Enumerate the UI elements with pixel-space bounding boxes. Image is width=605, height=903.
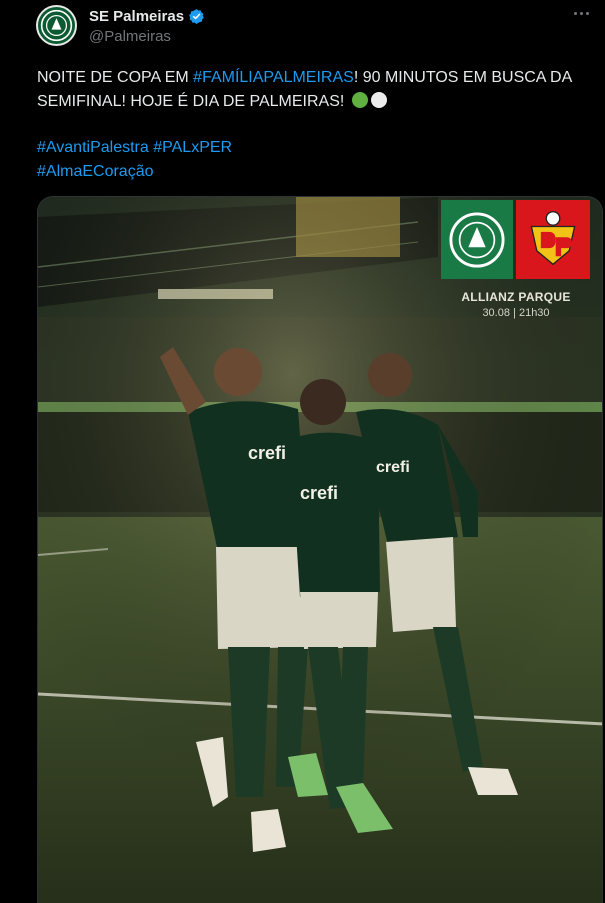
white-circle-icon: [370, 92, 387, 108]
display-name[interactable]: SE Palmeiras: [89, 8, 184, 25]
hashtag-link[interactable]: #PALxPER: [153, 139, 232, 156]
avatar[interactable]: [36, 5, 77, 46]
deportivo-pereira-badge: [516, 200, 590, 279]
hashtag-link[interactable]: #AlmaECoração: [37, 163, 154, 180]
text-segment: SEMIFINAL! HOJE É DIA DE PALMEIRAS!: [37, 93, 345, 110]
shirt-sponsor-text: crefi: [376, 459, 410, 476]
venue-label: ALLIANZ PARQUE: [461, 290, 571, 304]
palmeiras-crest-icon: [40, 9, 73, 42]
text-segment: NOITE DE COPA EM: [37, 69, 194, 86]
deportivo-pereira-crest-icon: [530, 210, 576, 265]
match-time: 21h30: [518, 307, 550, 319]
hashtags: #AvantiPalestra #PALxPER #AlmaECoração: [37, 136, 232, 184]
shirt-sponsor-text: crefi: [248, 443, 286, 463]
palmeiras-crest-icon: [449, 211, 505, 268]
match-datetime: 30.08 | 21h30: [482, 307, 550, 319]
more-options-icon[interactable]: [570, 2, 592, 24]
tweet-media-image[interactable]: crefi crefi crefi ALLIANZ PARQUE 30.08 |…: [37, 196, 603, 903]
green-circle-icon: [351, 92, 368, 108]
hashtag-link[interactable]: #FAMÍLIAPALMEIRAS: [193, 69, 354, 86]
palmeiras-badge: [441, 200, 513, 279]
tweet-header: SE Palmeiras @Palmeiras: [0, 0, 605, 56]
user-handle[interactable]: @Palmeiras: [89, 28, 171, 45]
hashtag-link[interactable]: #AvantiPalestra: [37, 139, 149, 156]
emoji-circles: [351, 92, 387, 108]
tweet-text: NOITE DE COPA EM #FAMÍLIAPALMEIRAS! 90 M…: [37, 66, 597, 114]
match-date: 30.08: [482, 307, 510, 319]
verified-badge-icon: [189, 9, 204, 24]
shirt-sponsor-text: crefi: [300, 483, 338, 503]
text-segment: ! 90 MINUTOS EM BUSCA DA: [353, 69, 573, 86]
